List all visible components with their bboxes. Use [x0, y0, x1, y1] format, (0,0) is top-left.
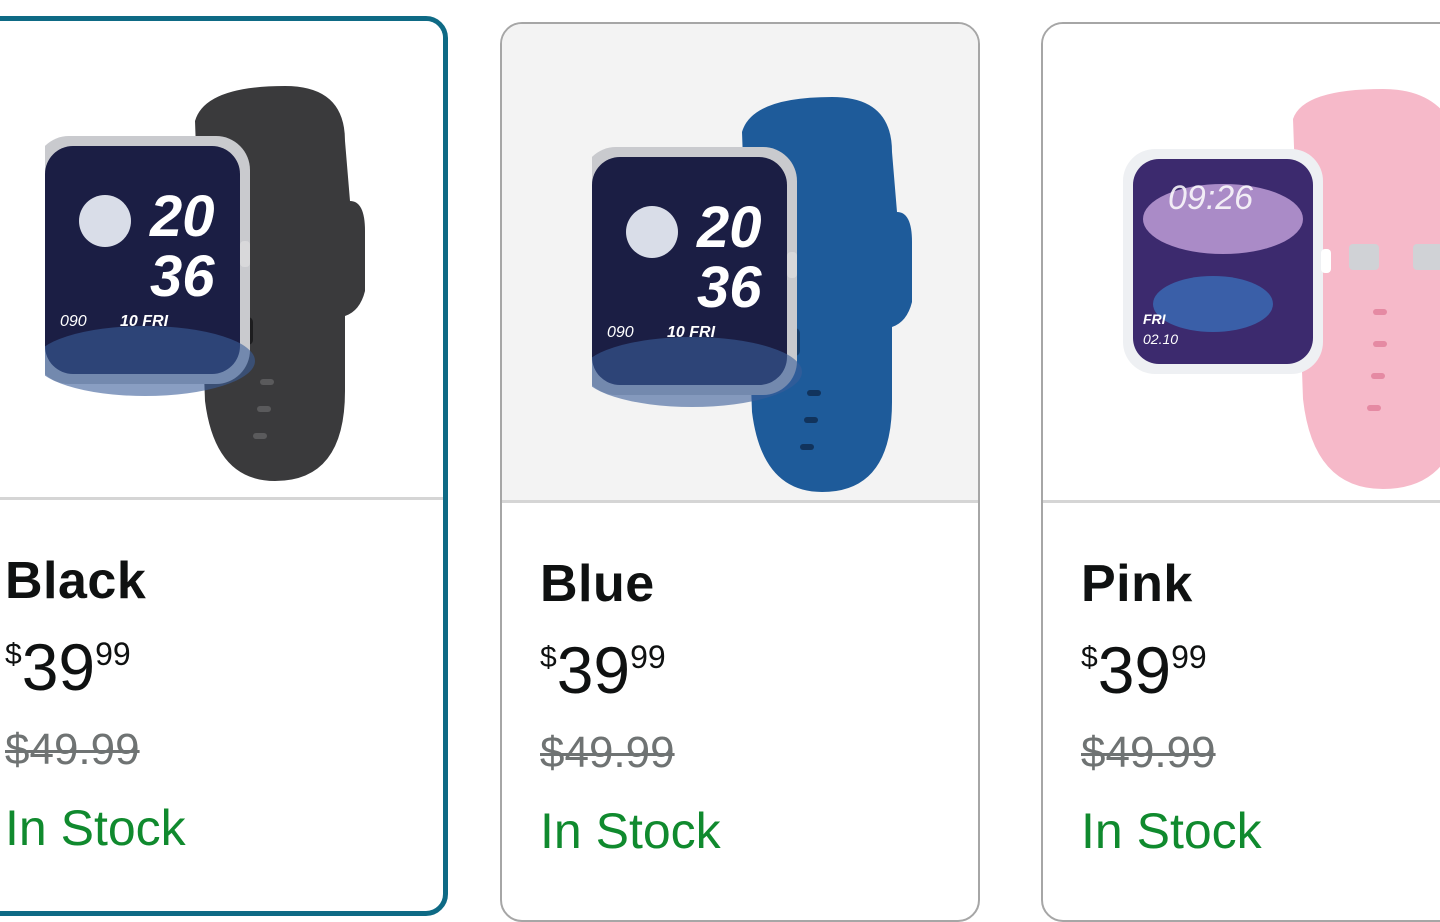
variant-card-pink[interactable]: 09:26 FRI 02.10 Pink $3999 $49.99 In Sto…	[1041, 22, 1440, 922]
availability-status: In Stock	[1081, 803, 1262, 859]
availability-status: In Stock	[540, 803, 721, 859]
product-image-area: 20 36 090 10 FRI	[0, 21, 443, 500]
price-fraction: 99	[630, 639, 666, 675]
watch-face-heart-rate: 090	[60, 313, 87, 330]
price-whole: 39	[1097, 633, 1172, 707]
black-watch-image: 20 36 090 10 FRI	[45, 86, 365, 481]
price-symbol: $	[5, 638, 22, 671]
list-price: $49.99	[1081, 728, 1216, 777]
variant-name: Pink	[1081, 555, 1193, 613]
product-image-area: 20 36 090 10 FRI	[502, 24, 978, 503]
watch-face-hours: 20	[149, 184, 215, 249]
product-image-area: 09:26 FRI 02.10	[1043, 24, 1440, 503]
blue-watch-image: 20 36 090 10 FRI	[592, 97, 912, 492]
list-price: $49.99	[540, 728, 675, 777]
variant-card-blue[interactable]: 20 36 090 10 FRI Blue $3999 $49.99 In St…	[500, 22, 980, 922]
pink-watch-image: 09:26 FRI 02.10	[1123, 89, 1440, 489]
watch-face-heart-rate: 090	[607, 324, 634, 341]
watch-face-date: 10 FRI	[120, 313, 169, 330]
price-fraction: 99	[1171, 639, 1207, 675]
watch-face-hours: 20	[696, 195, 762, 260]
watch-face-time: 09:26	[1168, 179, 1253, 217]
variant-name: Blue	[540, 555, 655, 613]
variant-name: Black	[5, 552, 147, 610]
variant-card-black[interactable]: 20 36 090 10 FRI Black $3999 $49.99 In S…	[0, 16, 448, 916]
variant-price: $3999	[1081, 637, 1207, 703]
watch-face-minutes: 36	[697, 255, 762, 320]
availability-status: In Stock	[5, 800, 186, 856]
price-symbol: $	[1081, 641, 1098, 674]
price-fraction: 99	[95, 636, 131, 672]
variant-price: $3999	[540, 637, 666, 703]
price-whole: 39	[556, 633, 631, 707]
price-whole: 39	[21, 630, 96, 704]
watch-face-minutes: 36	[150, 244, 215, 309]
watch-face-date: 02.10	[1143, 331, 1178, 347]
list-price: $49.99	[5, 725, 140, 774]
watch-face-day: FRI	[1143, 311, 1167, 327]
watch-face-date: 10 FRI	[667, 324, 716, 341]
price-symbol: $	[540, 641, 557, 674]
variant-price: $3999	[5, 634, 131, 700]
